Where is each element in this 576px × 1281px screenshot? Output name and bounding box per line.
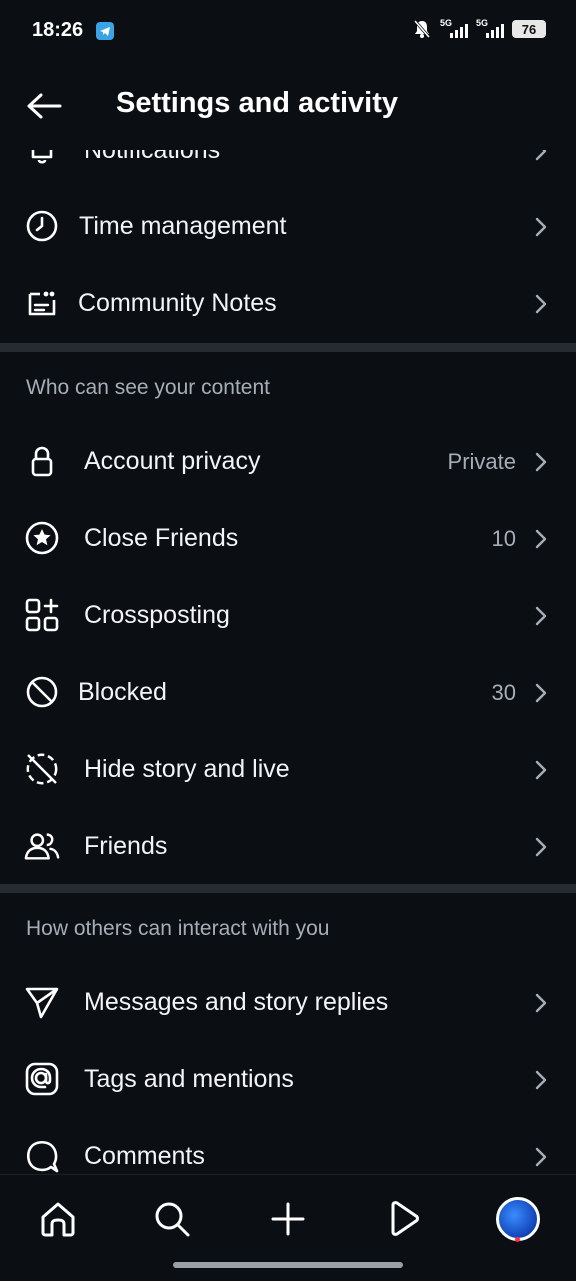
back-arrow-icon: [27, 93, 62, 119]
settings-row-label: Account privacy: [84, 447, 261, 475]
search-icon: [155, 1202, 190, 1237]
page-title: Settings and activity: [116, 87, 399, 119]
mute-bell-icon: [413, 20, 431, 38]
settings-row-friends[interactable]: Friends: [0, 809, 576, 886]
comment-icon: [24, 1138, 60, 1174]
reels-icon: [391, 1201, 419, 1236]
settings-row-label: Blocked: [78, 678, 167, 706]
settings-row-label: Time management: [79, 212, 287, 240]
settings-row-tags[interactable]: Tags and mentions: [0, 1042, 576, 1119]
chevron-right-icon: [534, 759, 548, 781]
at-icon: [24, 1061, 60, 1097]
chevron-right-icon: [534, 682, 548, 704]
community-notes-icon: [24, 285, 60, 321]
settings-row-blocked[interactable]: Blocked 30: [0, 655, 576, 732]
settings-row-account-privacy[interactable]: Account privacy Private: [0, 424, 576, 501]
battery-indicator: 76: [512, 20, 546, 38]
settings-row-label: Hide story and live: [84, 755, 290, 783]
section-divider: [0, 343, 576, 352]
lock-icon: [24, 443, 60, 479]
chevron-right-icon: [534, 451, 548, 473]
section-title-interactions: How others can interact with you: [26, 917, 330, 940]
clock-icon: [24, 208, 60, 244]
bottom-nav: [0, 1174, 576, 1281]
signal-1-icon: 5G: [440, 18, 468, 40]
chevron-right-icon: [534, 528, 548, 550]
settings-row-close-friends[interactable]: Close Friends 10: [0, 501, 576, 578]
status-right: 5G 5G 76: [412, 18, 546, 40]
settings-row-label: Messages and story replies: [84, 988, 389, 1016]
blocked-icon: [24, 674, 60, 710]
profile-notification-dot: [515, 1237, 520, 1242]
profile-avatar: [496, 1197, 540, 1241]
status-time: 18:26: [32, 19, 84, 41]
settings-row-label: Tags and mentions: [84, 1065, 294, 1093]
section-divider: [0, 884, 576, 893]
friends-icon: [24, 828, 60, 864]
chevron-right-icon: [534, 293, 548, 315]
create-icon: [271, 1202, 305, 1236]
settings-row-hide-story[interactable]: Hide story and live: [0, 732, 576, 809]
settings-row-value: Private: [447, 449, 516, 474]
messages-icon: [24, 984, 60, 1020]
settings-row-crossposting[interactable]: Crossposting: [0, 578, 576, 655]
home-icon: [41, 1202, 75, 1237]
back-button[interactable]: [22, 84, 66, 128]
crosspost-grid-icon: [24, 597, 60, 633]
settings-list[interactable]: Notifications Time management Community …: [0, 112, 576, 1174]
settings-row-label: Friends: [84, 832, 168, 860]
settings-row-value: 30: [491, 680, 516, 705]
settings-row-label: Crossposting: [84, 601, 230, 629]
hide-story-icon: [24, 751, 60, 787]
settings-row-comments[interactable]: Comments: [0, 1119, 576, 1174]
chevron-right-icon: [534, 836, 548, 858]
chevron-right-icon: [534, 1069, 548, 1091]
star-circle-icon: [24, 520, 60, 556]
settings-row-community-notes[interactable]: Community Notes: [0, 266, 576, 343]
signal-2-icon: 5G: [476, 18, 504, 40]
settings-row-time-management[interactable]: Time management: [0, 189, 576, 266]
settings-row-label: Comments: [84, 1142, 205, 1170]
chevron-right-icon: [534, 1146, 548, 1168]
settings-row-messages[interactable]: Messages and story replies: [0, 965, 576, 1042]
telegram-icon: [96, 22, 114, 40]
home-indicator[interactable]: [173, 1262, 403, 1268]
section-title-visibility: Who can see your content: [26, 376, 270, 399]
chevron-right-icon: [534, 216, 548, 238]
header: Settings and activity: [0, 62, 576, 150]
chevron-right-icon: [534, 605, 548, 627]
nav-create-button[interactable]: [260, 1191, 316, 1247]
settings-row-label: Close Friends: [84, 524, 239, 552]
nav-home-button[interactable]: [30, 1191, 86, 1247]
settings-row-value: 10: [491, 526, 516, 551]
settings-row-label: Community Notes: [78, 289, 277, 317]
chevron-right-icon: [534, 992, 548, 1014]
nav-search-button[interactable]: [144, 1191, 200, 1247]
nav-reels-button[interactable]: [375, 1191, 431, 1247]
status-bar: 18:26 5G 5G 76: [0, 0, 576, 62]
